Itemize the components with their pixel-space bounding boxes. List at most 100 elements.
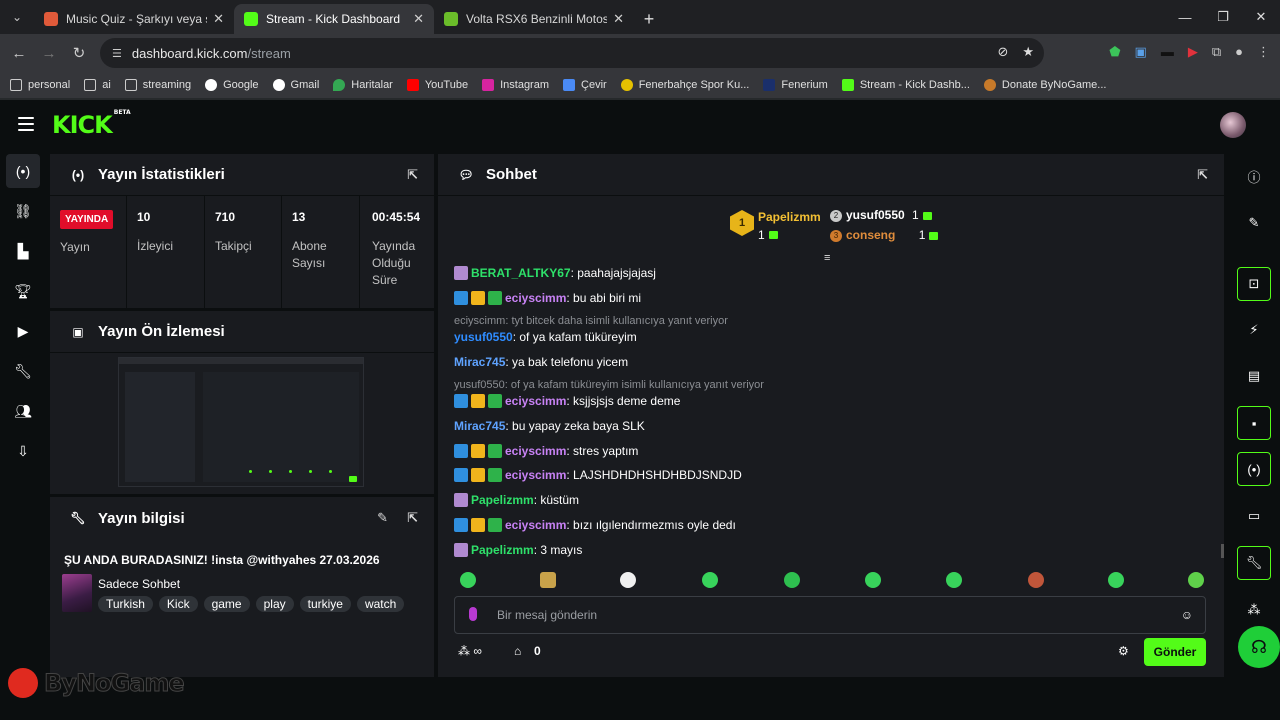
back-icon[interactable]: ← bbox=[4, 45, 34, 62]
notes-icon[interactable]: ▤ bbox=[1237, 359, 1271, 393]
tag[interactable]: play bbox=[255, 596, 294, 612]
chat-username[interactable]: BERAT_ALTKY67 bbox=[471, 266, 571, 280]
tab-kick-dashboard[interactable]: Stream - Kick Dashboard ✕ bbox=[234, 4, 434, 34]
leaderboard-name[interactable]: Papelizmm bbox=[758, 210, 821, 224]
close-icon[interactable]: ✕ bbox=[413, 11, 424, 27]
profile-icon[interactable]: ● bbox=[1235, 44, 1243, 60]
bookmark-personal[interactable]: personal bbox=[10, 79, 70, 91]
tag[interactable]: turkiye bbox=[299, 596, 351, 612]
close-window-icon[interactable]: ✕ bbox=[1242, 0, 1280, 34]
emote-icon[interactable] bbox=[946, 572, 962, 588]
chat-username[interactable]: eciyscimm bbox=[505, 444, 566, 458]
video-icon[interactable]: ▶ bbox=[6, 314, 40, 348]
new-tab-button[interactable]: + bbox=[634, 4, 664, 34]
bookmark-fenerbahce[interactable]: Fenerbahçe Spor Ku... bbox=[620, 79, 749, 91]
bookmark-donate[interactable]: Donate ByNoGame... bbox=[983, 79, 1106, 91]
users-settings-icon[interactable]: 👥︎ bbox=[6, 394, 40, 428]
bookmark-star-icon[interactable]: ★ bbox=[1022, 44, 1034, 60]
chat-settings-gear-icon[interactable]: ⚙ bbox=[1118, 644, 1129, 658]
tag[interactable]: watch bbox=[356, 596, 405, 612]
link-icon[interactable]: ⛓ bbox=[6, 194, 40, 228]
chat-message-input[interactable]: Bir mesaj gönderin ☺ bbox=[454, 596, 1206, 634]
record-extension-icon[interactable]: ▶ bbox=[1188, 44, 1198, 60]
shield-extension-icon[interactable]: ⬟ bbox=[1109, 44, 1120, 60]
chat-username[interactable]: Papelizmm bbox=[471, 493, 534, 507]
popout-icon[interactable]: ⇱ bbox=[407, 510, 418, 526]
chat-toggle-icon[interactable]: ▪ bbox=[1237, 406, 1271, 440]
community-icon[interactable]: ⁂ bbox=[1237, 593, 1271, 627]
address-bar[interactable]: ☰ dashboard.kick.com/stream ⊘ ★ bbox=[100, 38, 1044, 68]
emote-icon[interactable] bbox=[784, 572, 800, 588]
category-name[interactable]: Sadece Sohbet bbox=[98, 577, 404, 591]
emote-icon[interactable] bbox=[1108, 572, 1124, 588]
emote-icon[interactable] bbox=[1188, 572, 1204, 588]
chat-username[interactable]: Mirac745 bbox=[454, 355, 505, 369]
popout-icon[interactable]: ⇱ bbox=[407, 167, 418, 183]
camera-icon[interactable]: ▭ bbox=[1237, 499, 1271, 533]
chat-username[interactable]: Papelizmm bbox=[471, 543, 534, 557]
leaderboard-name[interactable]: yusuf0550 bbox=[846, 208, 905, 222]
bookmark-kick[interactable]: Stream - Kick Dashb... bbox=[841, 79, 970, 91]
bookmark-ai[interactable]: ai bbox=[84, 79, 111, 91]
bookmark-youtube[interactable]: YouTube bbox=[406, 79, 468, 91]
emote-icon[interactable] bbox=[460, 572, 476, 588]
emote-icon[interactable] bbox=[702, 572, 718, 588]
chat-username[interactable]: eciyscimm bbox=[505, 394, 566, 408]
bookmark-google[interactable]: Google bbox=[205, 79, 259, 91]
tab-volta[interactable]: Volta RSX6 Benzinli Motosiklet ✕ bbox=[434, 4, 634, 34]
points-icon[interactable]: ⁂ ∞ bbox=[458, 644, 482, 658]
close-icon[interactable]: ✕ bbox=[613, 11, 624, 27]
avatar[interactable] bbox=[1220, 112, 1246, 138]
leaderboard-name[interactable]: conseng bbox=[846, 228, 895, 242]
chat-username[interactable]: yusuf0550 bbox=[454, 330, 513, 344]
kick-logo[interactable]: KICK BETA bbox=[52, 109, 131, 139]
microphone-icon[interactable] bbox=[469, 607, 477, 621]
bookmark-instagram[interactable]: Instagram bbox=[482, 79, 549, 91]
tag[interactable]: Kick bbox=[158, 596, 198, 612]
forward-icon[interactable]: → bbox=[34, 45, 64, 62]
hamburger-menu-icon[interactable] bbox=[18, 117, 34, 131]
analytics-icon[interactable]: ▙ bbox=[6, 234, 40, 268]
reload-icon[interactable]: ↻ bbox=[64, 44, 94, 62]
close-icon[interactable]: ✕ bbox=[213, 11, 224, 27]
store-icon[interactable]: ⌂ bbox=[514, 644, 521, 658]
tag[interactable]: Turkish bbox=[98, 596, 153, 612]
lightning-icon[interactable]: ⚡︎ bbox=[1237, 313, 1271, 347]
collapse-leaderboard-icon[interactable]: ≡ bbox=[824, 252, 830, 264]
bookmark-haritalar[interactable]: Haritalar bbox=[333, 79, 393, 91]
bookmark-gmail[interactable]: Gmail bbox=[272, 79, 319, 91]
chat-scrollbar[interactable] bbox=[1221, 544, 1224, 558]
emote-icon[interactable] bbox=[1028, 572, 1044, 588]
edit-pencil-icon[interactable]: ✎ bbox=[1237, 206, 1271, 240]
emote-icon[interactable] bbox=[865, 572, 881, 588]
bookmark-fenerium[interactable]: Fenerium bbox=[763, 79, 828, 91]
hat-extension-icon[interactable]: ▬ bbox=[1161, 44, 1174, 60]
eye-off-icon[interactable]: ⊘ bbox=[997, 44, 1008, 60]
chat-username[interactable]: eciyscimm bbox=[505, 468, 566, 482]
wrench-icon[interactable]: 🔧︎ bbox=[6, 354, 40, 388]
tag[interactable]: game bbox=[203, 596, 250, 612]
popout-icon[interactable]: ⇱ bbox=[1197, 167, 1208, 183]
emoji-icon[interactable]: ☺ bbox=[1181, 608, 1193, 622]
bookmark-streaming[interactable]: streaming bbox=[124, 79, 191, 91]
site-info-icon[interactable]: ☰ bbox=[112, 47, 122, 60]
upload-icon[interactable]: ⇩ bbox=[6, 434, 40, 468]
emote-icon[interactable] bbox=[540, 572, 556, 588]
menu-kebab-icon[interactable]: ⋮ bbox=[1257, 44, 1270, 60]
tab-search-icon[interactable]: ⌄ bbox=[0, 0, 34, 34]
bookmark-cevir[interactable]: Çevir bbox=[563, 79, 607, 91]
translate-extension-icon[interactable]: ▣ bbox=[1135, 44, 1147, 60]
wrench-toggle-icon[interactable]: 🔧︎ bbox=[1237, 546, 1271, 580]
chat-username[interactable]: Mirac745 bbox=[454, 419, 505, 433]
minimize-icon[interactable]: — bbox=[1166, 0, 1204, 34]
edit-pencil-icon[interactable]: ✎ bbox=[377, 510, 388, 526]
chat-username[interactable]: eciyscimm bbox=[505, 291, 566, 305]
chat-username[interactable]: eciyscimm bbox=[505, 518, 566, 532]
emote-icon[interactable] bbox=[620, 572, 636, 588]
support-headset-icon[interactable]: ☊ bbox=[1238, 626, 1280, 668]
screen-capture-icon[interactable]: ⊡ bbox=[1237, 267, 1271, 301]
restore-icon[interactable]: ❐ bbox=[1204, 0, 1242, 34]
broadcast-toggle-icon[interactable]: (•) bbox=[1237, 452, 1271, 486]
info-icon[interactable]: ⓘ bbox=[1237, 159, 1271, 193]
extensions-puzzle-icon[interactable]: ⧉ bbox=[1212, 44, 1221, 60]
